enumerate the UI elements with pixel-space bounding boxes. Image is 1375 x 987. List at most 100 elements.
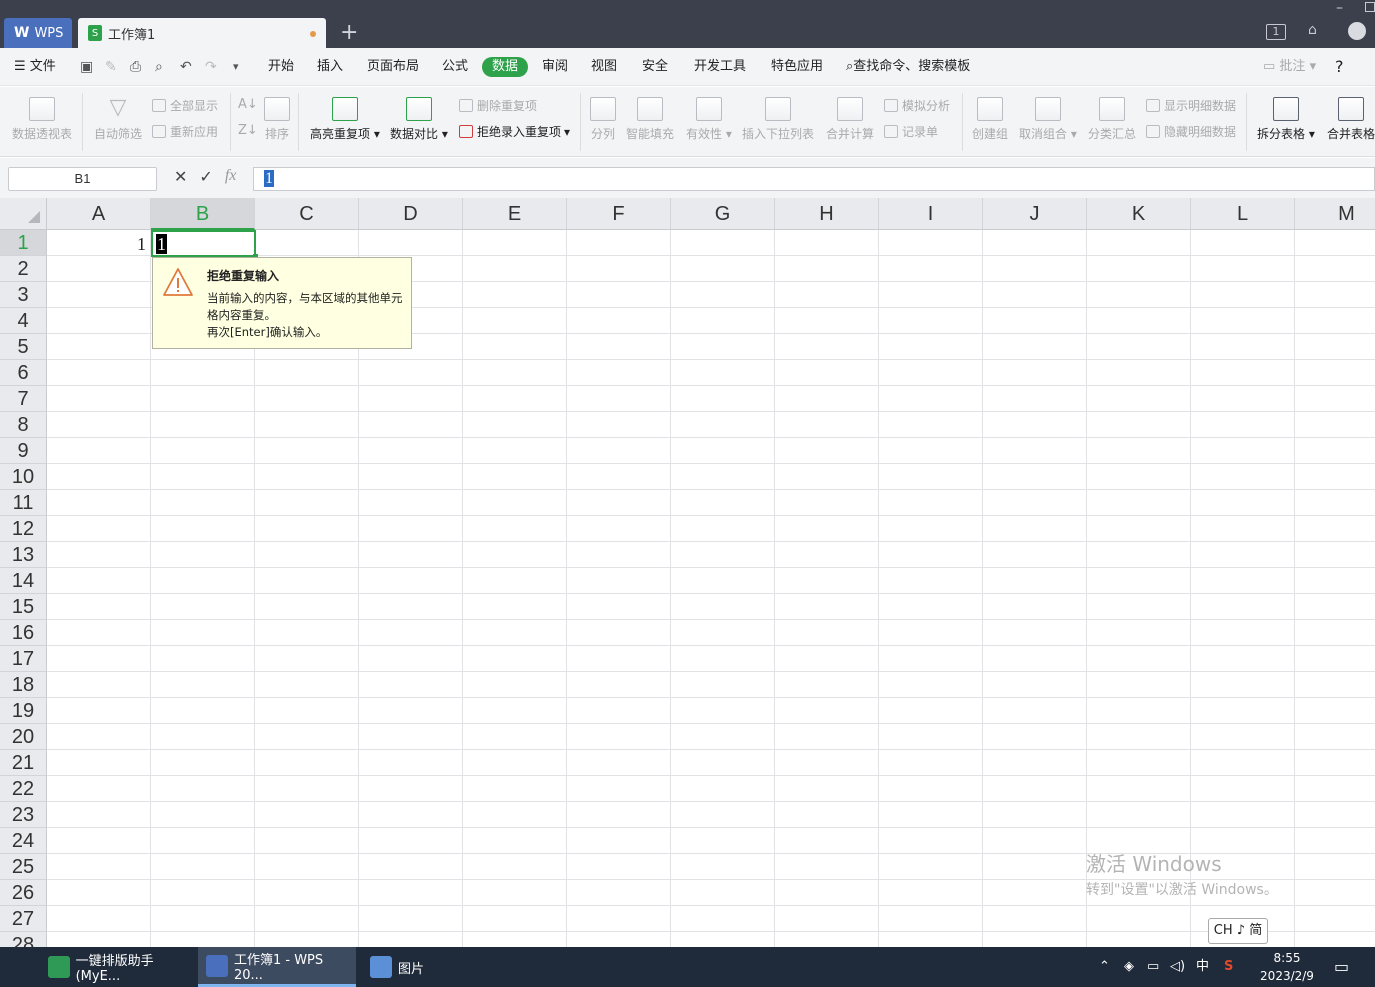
notifications-icon[interactable]: ▭ (1334, 947, 1349, 987)
cell-b1-editing[interactable]: 1 (151, 230, 256, 257)
column-header-m[interactable]: M (1295, 198, 1375, 230)
ungroup-button[interactable]: 取消组合 ▾ (1019, 97, 1077, 142)
insert-function-icon[interactable]: fx (225, 167, 237, 186)
column-header-j[interactable]: J (983, 198, 1087, 230)
row-header-7[interactable]: 7 (0, 386, 47, 412)
column-header-g[interactable]: G (671, 198, 775, 230)
tab-data[interactable]: 数据 (482, 57, 529, 77)
show-all-button[interactable]: 全部显示 (152, 97, 218, 114)
row-header-1[interactable]: 1 (0, 230, 47, 256)
column-header-a[interactable]: A (47, 198, 151, 230)
reapply-button[interactable]: 重新应用 (152, 123, 218, 140)
merge-table-button[interactable]: 合并表格 (1327, 97, 1375, 142)
row-header-12[interactable]: 12 (0, 516, 47, 542)
window-count-badge[interactable]: 1 (1266, 24, 1286, 40)
smart-fill-button[interactable]: 智能填充 (626, 97, 674, 142)
wps-home-tab[interactable]: W WPS (4, 18, 72, 48)
confirm-icon[interactable]: ✓ (199, 167, 212, 186)
minimize-icon[interactable]: – (1336, 0, 1343, 16)
comment-button[interactable]: ▭ 批注 ▾ (1263, 48, 1316, 86)
row-header-14[interactable]: 14 (0, 568, 47, 594)
subtotal-button[interactable]: 分类汇总 (1088, 97, 1136, 142)
delete-duplicates-button[interactable]: 删除重复项 (459, 97, 537, 114)
tab-special-apps[interactable]: 特色应用 (771, 48, 823, 86)
cell-a1[interactable]: 1 (47, 230, 151, 256)
new-tab-button[interactable]: + (340, 20, 358, 45)
validity-button[interactable]: 有效性 ▾ (686, 97, 732, 142)
row-header-4[interactable]: 4 (0, 308, 47, 334)
row-header-2[interactable]: 2 (0, 256, 47, 282)
sort-desc-icon[interactable]: Z↓ (238, 123, 258, 138)
reject-duplicates-button[interactable]: 拒绝录入重复项 ▾ (459, 123, 570, 140)
tab-view[interactable]: 视图 (591, 48, 617, 86)
tab-review[interactable]: 审阅 (542, 48, 568, 86)
format-painter-icon[interactable]: ✎ (105, 48, 117, 86)
show-detail-button[interactable]: 显示明细数据 (1146, 97, 1236, 114)
column-header-f[interactable]: F (567, 198, 671, 230)
column-header-h[interactable]: H (775, 198, 879, 230)
formula-input[interactable]: 1 (253, 167, 1375, 191)
cancel-icon[interactable]: ✕ (174, 167, 187, 186)
row-header-23[interactable]: 23 (0, 802, 47, 828)
highlight-duplicates-button[interactable]: 高亮重复项 ▾ (310, 97, 380, 142)
show-hidden-icons-icon[interactable]: ⌃ (1099, 947, 1110, 987)
split-column-button[interactable]: 分列 (590, 97, 616, 142)
undo-icon[interactable]: ↶ (180, 48, 192, 86)
split-table-button[interactable]: 拆分表格 ▾ (1257, 97, 1315, 142)
customize-qat-icon[interactable]: ▾ (233, 48, 239, 86)
user-avatar-icon[interactable] (1348, 22, 1366, 40)
ime-indicator[interactable]: CH ♪ 简 (1208, 918, 1268, 944)
row-header-24[interactable]: 24 (0, 828, 47, 854)
row-header-19[interactable]: 19 (0, 698, 47, 724)
row-header-25[interactable]: 25 (0, 854, 47, 880)
help-button[interactable]: ? (1335, 48, 1344, 86)
print-preview-icon[interactable]: ⌕ (155, 48, 163, 86)
taskbar-item-wps[interactable]: 工作簿1 - WPS 20... (198, 947, 356, 987)
tab-insert[interactable]: 插入 (317, 48, 343, 86)
column-header-d[interactable]: D (359, 198, 463, 230)
select-all-corner[interactable] (0, 198, 47, 230)
name-box[interactable]: B1 (8, 167, 157, 191)
taskbar-item-photos[interactable]: 图片 (362, 947, 516, 987)
sogou-ime-icon[interactable]: S (1224, 947, 1233, 987)
consolidate-button[interactable]: 合并计算 (826, 97, 874, 142)
tab-security[interactable]: 安全 (642, 48, 668, 86)
column-header-i[interactable]: I (879, 198, 983, 230)
column-header-e[interactable]: E (463, 198, 567, 230)
row-header-20[interactable]: 20 (0, 724, 47, 750)
row-header-28[interactable]: 28 (0, 932, 47, 947)
row-header-16[interactable]: 16 (0, 620, 47, 646)
column-header-c[interactable]: C (255, 198, 359, 230)
row-header-3[interactable]: 3 (0, 282, 47, 308)
row-header-17[interactable]: 17 (0, 646, 47, 672)
data-compare-button[interactable]: 数据对比 ▾ (390, 97, 448, 142)
autofilter-button[interactable]: ▽ 自动筛选 (94, 97, 142, 142)
document-tab[interactable]: S 工作簿1 (78, 18, 326, 48)
row-header-22[interactable]: 22 (0, 776, 47, 802)
row-header-21[interactable]: 21 (0, 750, 47, 776)
maximize-icon[interactable] (1365, 2, 1375, 12)
file-menu[interactable]: ☰ 文件 (14, 48, 56, 86)
redo-icon[interactable]: ↷ (205, 48, 217, 86)
sort-button[interactable]: 排序 (264, 97, 290, 142)
taskbar-item-myeditor[interactable]: 一键排版助手(MyE... (40, 947, 196, 987)
input-language[interactable]: 中 (1196, 947, 1209, 987)
column-header-b[interactable]: B (151, 198, 255, 230)
network-app-icon[interactable]: ◈ (1124, 947, 1134, 987)
row-header-26[interactable]: 26 (0, 880, 47, 906)
row-header-8[interactable]: 8 (0, 412, 47, 438)
system-clock[interactable]: 8:55 2023/2/9 (1252, 949, 1322, 985)
save-icon[interactable]: ▣ (80, 48, 93, 86)
row-header-15[interactable]: 15 (0, 594, 47, 620)
row-header-10[interactable]: 10 (0, 464, 47, 490)
row-header-5[interactable]: 5 (0, 334, 47, 360)
row-header-6[interactable]: 6 (0, 360, 47, 386)
pivot-table-button[interactable]: 数据透视表 (12, 97, 72, 142)
column-header-l[interactable]: L (1191, 198, 1295, 230)
row-header-9[interactable]: 9 (0, 438, 47, 464)
tab-home[interactable]: 开始 (268, 48, 294, 86)
tab-developer[interactable]: 开发工具 (694, 48, 746, 86)
row-header-27[interactable]: 27 (0, 906, 47, 932)
column-header-k[interactable]: K (1087, 198, 1191, 230)
skin-icon[interactable]: ⌂ (1308, 22, 1317, 38)
